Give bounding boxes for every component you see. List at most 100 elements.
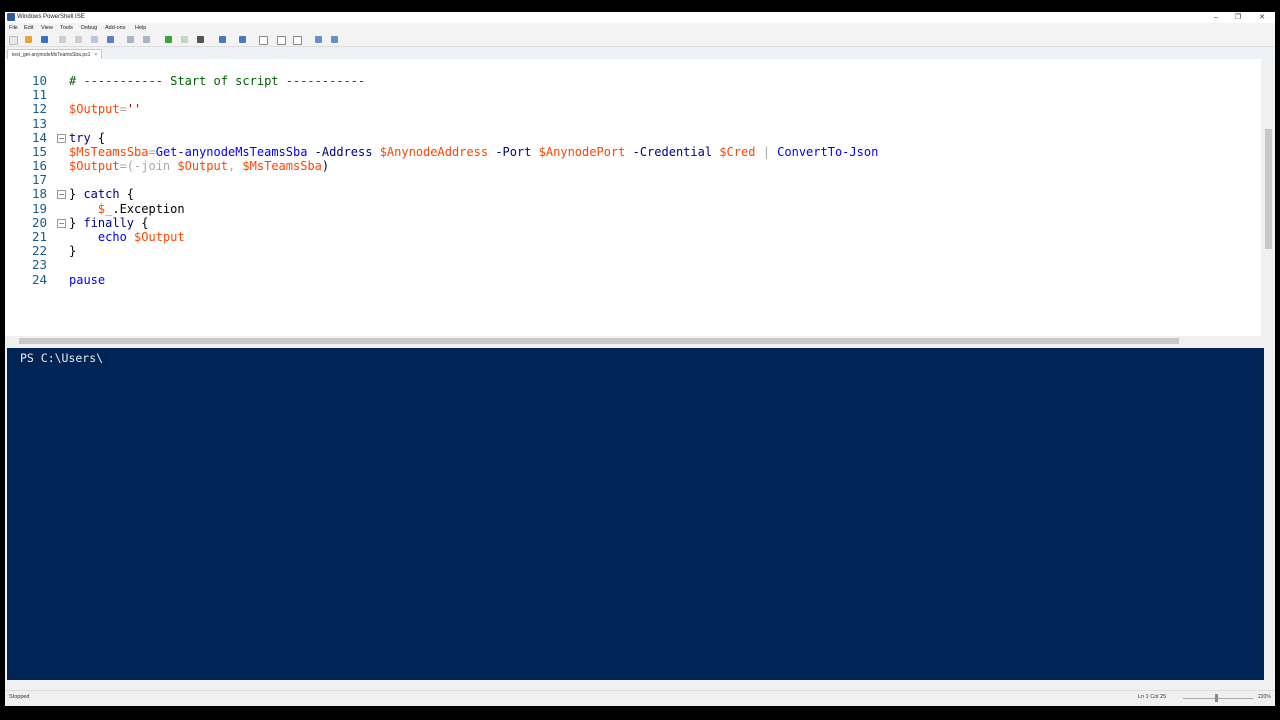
code-token: { — [134, 215, 149, 230]
script-editor[interactable]: 10 # ----------- Start of script --------… — [5, 59, 1261, 340]
zoom-slider-handle[interactable] — [1215, 694, 1218, 702]
menu-help[interactable]: Help — [135, 23, 146, 33]
menu-tools[interactable]: Tools — [60, 23, 73, 33]
save-icon[interactable] — [41, 36, 48, 43]
restore-button[interactable]: ❐ — [1227, 12, 1249, 23]
new-file-icon[interactable] — [9, 36, 18, 45]
line-number: 16 — [31, 158, 47, 174]
cut-icon[interactable] — [59, 36, 66, 43]
console-vertical-scrollbar[interactable] — [1264, 348, 1275, 680]
menu-view[interactable]: View — [41, 23, 53, 33]
code-token: $MsTeamsSba — [242, 159, 322, 174]
fold-toggle-icon[interactable]: − — [57, 133, 66, 143]
line-number: 15 — [31, 143, 47, 159]
copy-icon[interactable] — [75, 36, 82, 43]
code-token: $Output — [177, 159, 228, 174]
editor-vertical-scrollbar[interactable] — [1262, 59, 1275, 340]
run-selection-icon[interactable] — [181, 36, 188, 43]
show-script-pane-right-icon[interactable] — [277, 36, 286, 45]
code-token: .Exception — [112, 201, 185, 216]
code-token: $Output — [134, 229, 185, 244]
cursor-position: Ln 1 Col 25 — [1138, 694, 1167, 700]
code-token: $Output — [69, 159, 120, 174]
code-token: -Address — [314, 144, 373, 159]
code-line: 20−} finally { — [5, 214, 1261, 230]
fold-toggle-icon[interactable]: − — [57, 190, 66, 200]
code-token: } — [69, 215, 84, 230]
tab-label: test_get-anynodeMsTeamsSba.ps1 — [12, 52, 91, 58]
code-token: catch — [83, 187, 120, 202]
tab-close-icon[interactable]: × — [94, 52, 97, 58]
code-token: Get-anynodeMsTeamsSba — [155, 144, 308, 159]
code-token: echo — [97, 229, 127, 244]
code-token: # ----------- Start of script ----------… — [69, 74, 366, 88]
line-number: 13 — [31, 115, 47, 131]
code-line: 24 pause — [5, 271, 1261, 287]
redo-icon[interactable] — [143, 36, 150, 43]
menu-debug[interactable]: Debug — [81, 23, 97, 33]
code-line: 23 — [5, 258, 1261, 272]
new-remote-tab-icon[interactable] — [219, 36, 226, 43]
start-powershell-icon[interactable] — [239, 36, 246, 43]
console-prompt: PS C:\Users\ — [20, 351, 104, 365]
fold-toggle-icon[interactable]: − — [57, 218, 66, 228]
code-line: 13 — [5, 115, 1261, 131]
code-token: $MsTeamsSba — [69, 144, 149, 159]
code-text: $Output=(-join $Output, $MsTeamsSba) — [69, 159, 329, 173]
zoom-slider[interactable] — [1183, 698, 1253, 699]
open-folder-icon[interactable] — [25, 36, 32, 43]
line-number: 19 — [31, 200, 47, 216]
code-line: 21 echo $Output — [5, 229, 1261, 244]
line-number: 12 — [31, 101, 47, 117]
console-pane[interactable]: PS C:\Users\ — [7, 348, 1264, 680]
code-token: -Port — [495, 144, 532, 159]
line-number: 14 — [31, 129, 47, 145]
run-script-icon[interactable] — [165, 36, 172, 43]
code-text: echo $Output — [69, 230, 185, 244]
editor-horizontal-scrollbar[interactable] — [5, 336, 1261, 346]
undo-icon[interactable] — [127, 36, 134, 43]
code-token: -join — [134, 159, 171, 174]
menu-add-ons[interactable]: Add-ons — [105, 23, 126, 33]
code-text: $_.Exception — [69, 202, 185, 216]
code-token: = — [148, 144, 156, 159]
code-token: $Cred — [719, 144, 756, 159]
show-command-window-icon[interactable] — [315, 36, 322, 43]
paste-icon[interactable] — [91, 36, 98, 43]
script-tab-bar: test_get-anynodeMsTeamsSba.ps1 × — [5, 47, 1275, 60]
menu-file[interactable]: File — [9, 23, 18, 33]
code-line: 11 — [5, 88, 1261, 102]
code-token: { — [90, 130, 106, 145]
zoom-level: 220% — [1258, 694, 1271, 700]
code-token: | — [762, 144, 770, 159]
code-line: 22} — [5, 244, 1261, 259]
code-token: $Output — [69, 102, 120, 117]
status-bar: Stopped Ln 1 Col 25 220% — [5, 690, 1275, 706]
menu-edit[interactable]: Edit — [24, 23, 33, 33]
show-command-addon-icon[interactable] — [331, 36, 338, 43]
code-token: } — [69, 187, 84, 202]
close-window-button[interactable]: ✕ — [1251, 12, 1273, 23]
code-token: finally — [83, 215, 135, 230]
line-number: 20 — [31, 214, 47, 230]
powershell-icon — [7, 13, 15, 21]
code-line: 10 # ----------- Start of script --------… — [5, 74, 1261, 89]
line-number: 24 — [31, 271, 47, 287]
minimize-button[interactable]: – — [1205, 12, 1227, 23]
status-text: Stopped — [9, 694, 30, 700]
show-script-pane-maximized-icon[interactable] — [293, 36, 302, 45]
code-token: = — [119, 102, 127, 117]
editor-vertical-scroll-thumb[interactable] — [1265, 129, 1272, 249]
stop-icon[interactable] — [197, 36, 204, 43]
code-token: =( — [119, 159, 135, 174]
editor-horizontal-scroll-thumb[interactable] — [19, 338, 1179, 344]
code-line: 16 $Output=(-join $Output, $MsTeamsSba) — [5, 158, 1261, 174]
clear-icon[interactable] — [107, 36, 114, 43]
code-token: -Credential — [632, 144, 713, 159]
show-script-pane-top-icon[interactable] — [259, 36, 268, 45]
code-token: $AnynodePort — [538, 144, 626, 159]
code-line: 19 $_.Exception — [5, 200, 1261, 216]
